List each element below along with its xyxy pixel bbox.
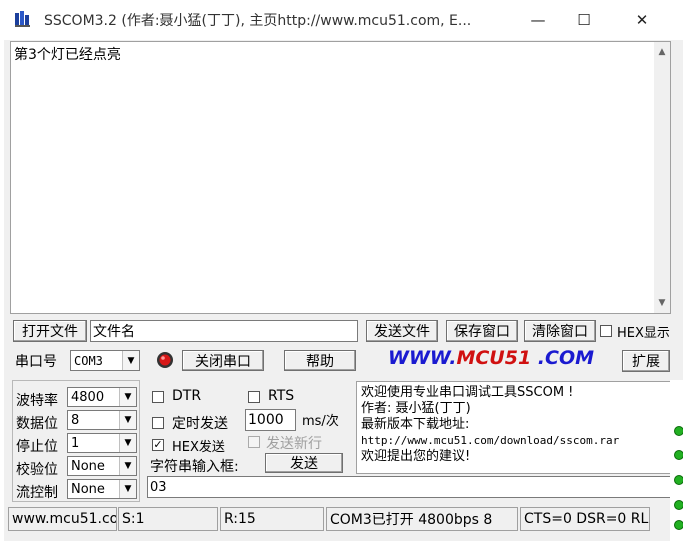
interval-input[interactable]: 1000 (245, 409, 296, 431)
dtr-label: DTR (172, 388, 202, 404)
scroll-up-icon[interactable]: ▲ (654, 44, 670, 60)
pin-dot (674, 520, 683, 530)
filename-input[interactable]: 文件名 (90, 320, 358, 342)
expand-button[interactable]: 扩展 (622, 350, 670, 372)
title-bar: SSCOM3.2 (作者:聂小猛(丁丁), 主页http://www.mcu51… (0, 0, 683, 40)
status-lines: CTS=0 DSR=0 RL (520, 507, 650, 531)
send-file-button[interactable]: 发送文件 (366, 320, 438, 342)
databits-value: 8 (71, 412, 80, 428)
brand-mcu51: MCU51 (456, 347, 532, 369)
save-window-button[interactable]: 保存窗口 (446, 320, 518, 342)
status-port: COM3已打开 4800bps 8 (326, 507, 518, 531)
info-line-feedback: 欢迎提出您的建议! (361, 449, 471, 464)
minimize-button[interactable]: — (515, 6, 561, 34)
send-newline-label: 发送新行 (266, 436, 322, 452)
baud-value: 4800 (71, 389, 105, 405)
status-sent: S:1 (118, 507, 218, 531)
hex-display-checkbox[interactable] (600, 325, 612, 337)
chevron-down-icon[interactable]: ▼ (119, 434, 136, 452)
stopbits-value: 1 (71, 435, 80, 451)
clear-window-button[interactable]: 清除窗口 (524, 320, 596, 342)
vertical-scrollbar[interactable]: ▲ ▼ (654, 42, 670, 313)
pin-dot (674, 475, 683, 485)
timed-send-checkbox[interactable] (152, 417, 164, 429)
stopbits-label: 停止位 (16, 439, 58, 455)
timed-send-label: 定时发送 (172, 416, 228, 432)
brand-logo: WWW.MCU51 .COM (388, 347, 594, 369)
flow-label: 流控制 (16, 485, 58, 501)
close-port-button[interactable]: 关闭串口 (182, 350, 264, 371)
interval-unit: ms/次 (302, 414, 339, 429)
chevron-down-icon[interactable]: ▼ (119, 411, 136, 429)
databits-select[interactable]: 8 ▼ (67, 410, 137, 430)
stopbits-select[interactable]: 1 ▼ (67, 433, 137, 453)
info-panel: 欢迎使用专业串口调试工具SSCOM ! 作者: 聂小猛(丁丁) 最新版本下载地址… (356, 381, 673, 474)
window-title: SSCOM3.2 (作者:聂小猛(丁丁), 主页http://www.mcu51… (44, 13, 472, 29)
parity-value: None (71, 458, 105, 474)
databits-label: 数据位 (16, 416, 58, 432)
info-line-author: 作者: 聂小猛(丁丁) (361, 401, 471, 416)
send-button[interactable]: 发送 (265, 453, 343, 473)
receive-text: 第3个灯已经点亮 (14, 47, 121, 63)
maximize-button[interactable]: ☐ (561, 6, 607, 34)
help-button[interactable]: 帮助 (284, 350, 356, 371)
chevron-down-icon[interactable]: ▼ (119, 457, 136, 475)
background-edge (670, 380, 683, 541)
hex-display-label: HEX显示 (617, 326, 670, 341)
port-label: 串口号 (15, 354, 57, 370)
flow-select[interactable]: None ▼ (67, 479, 137, 499)
receive-textarea[interactable]: 第3个灯已经点亮 ▲ ▼ (10, 41, 671, 314)
status-received: R:15 (220, 507, 324, 531)
info-line-welcome: 欢迎使用专业串口调试工具SSCOM ! (361, 385, 574, 400)
pin-dot (674, 426, 683, 436)
parity-select[interactable]: None ▼ (67, 456, 137, 476)
port-status-icon (157, 352, 173, 368)
baud-select[interactable]: 4800 ▼ (67, 387, 137, 407)
dtr-checkbox[interactable] (152, 391, 164, 403)
rts-checkbox[interactable] (248, 391, 260, 403)
chevron-down-icon[interactable]: ▼ (119, 480, 136, 498)
port-select[interactable]: COM3 ▼ (70, 350, 140, 371)
port-value: COM3 (74, 353, 103, 368)
hex-send-label: HEX发送 (172, 440, 225, 455)
send-input[interactable]: 03 (147, 476, 673, 498)
rts-label: RTS (268, 388, 295, 404)
input-label: 字符串输入框: (150, 459, 239, 475)
chevron-down-icon[interactable]: ▼ (119, 388, 136, 406)
flow-value: None (71, 481, 105, 497)
pin-dot (674, 500, 683, 510)
close-button[interactable]: ✕ (619, 6, 665, 34)
status-site: www.mcu51.com (8, 507, 117, 531)
brand-www: WWW. (388, 347, 457, 369)
send-newline-checkbox[interactable] (248, 436, 260, 448)
parity-label: 校验位 (16, 462, 58, 478)
app-icon (15, 11, 30, 27)
open-file-button[interactable]: 打开文件 (13, 320, 87, 342)
chevron-down-icon[interactable]: ▼ (122, 351, 139, 370)
baud-label: 波特率 (16, 393, 58, 409)
info-line-download: 最新版本下载地址: (361, 417, 470, 432)
info-line-url: http://www.mcu51.com/download/sscom.rar (361, 434, 620, 447)
brand-com: .COM (531, 347, 595, 369)
hex-send-checkbox[interactable]: ✓ (152, 439, 164, 451)
pin-dot (674, 450, 683, 460)
scroll-down-icon[interactable]: ▼ (654, 295, 670, 311)
